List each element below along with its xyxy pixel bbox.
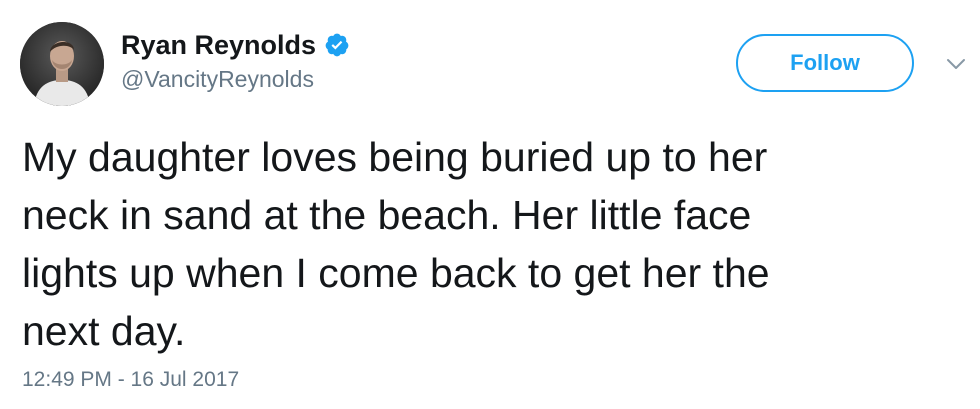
tweet-card: Ryan Reynolds @VancityReynolds Follow My… (0, 0, 980, 409)
author-display-name[interactable]: Ryan Reynolds (121, 30, 316, 61)
tweet-timestamp[interactable]: 12:49 PM - 16 Jul 2017 (22, 368, 239, 392)
avatar[interactable] (20, 22, 104, 106)
follow-button[interactable]: Follow (736, 34, 914, 92)
profile-photo-icon (20, 22, 104, 106)
tweet-text: My daughter loves being buried up to her… (22, 134, 770, 354)
author-name-row: Ryan Reynolds (121, 28, 350, 62)
author-handle[interactable]: @VancityReynolds (121, 66, 314, 93)
chevron-down-icon[interactable] (943, 55, 969, 73)
verified-badge-icon (324, 32, 350, 58)
